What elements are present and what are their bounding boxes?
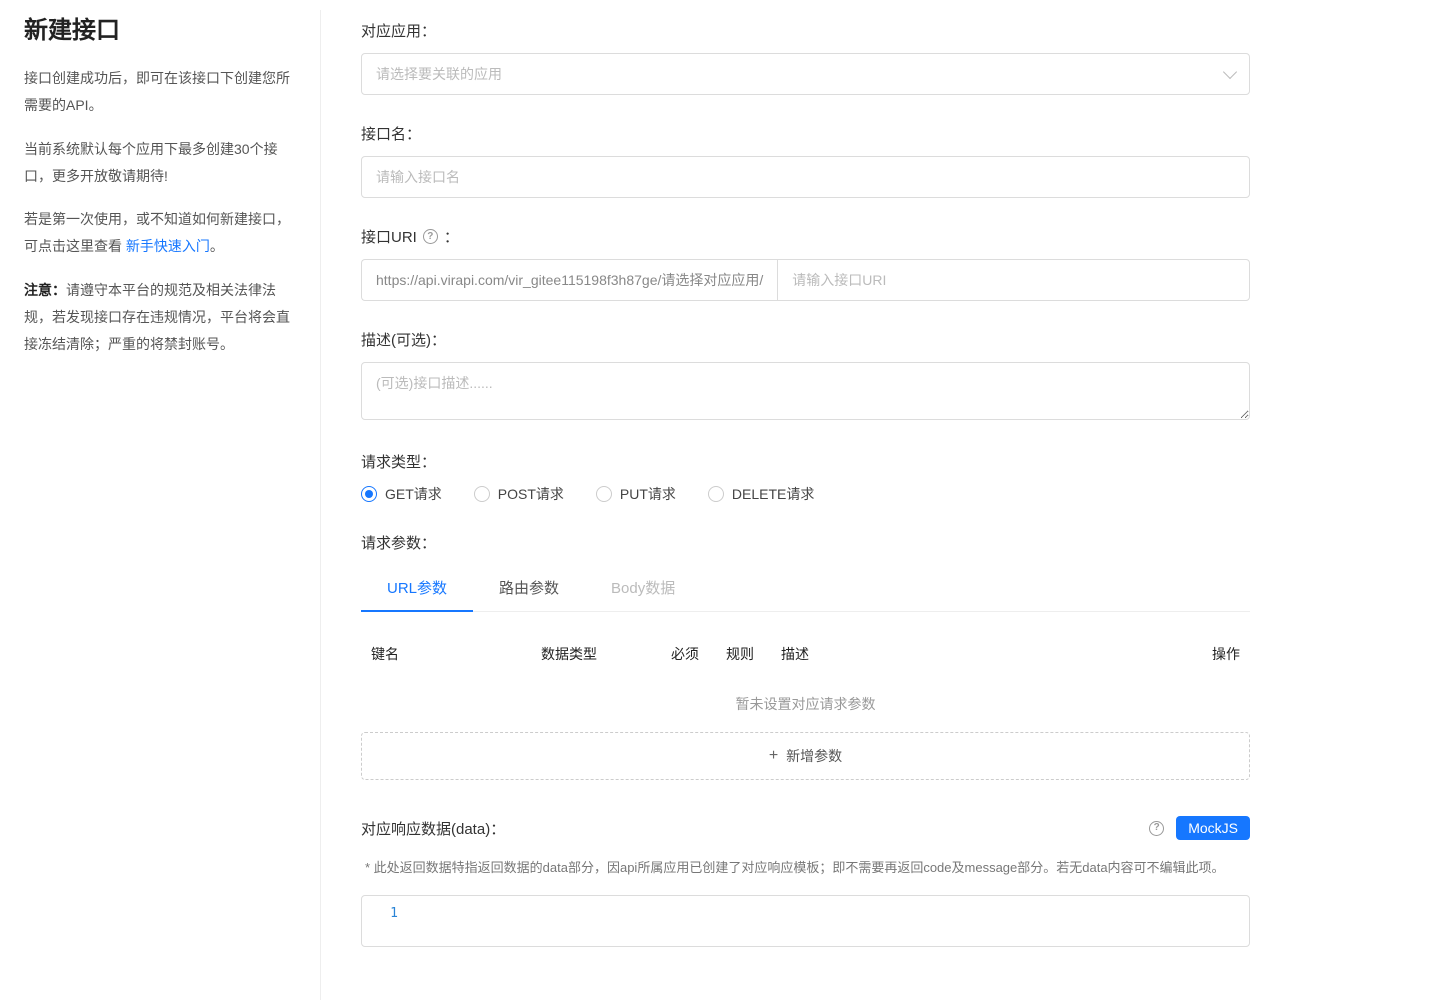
radio-label: PUT请求 [620,484,676,504]
param-tab-路由参数[interactable]: 路由参数 [473,565,585,611]
code-line-number: 1 [362,906,406,936]
method-radio-GET请求[interactable]: GET请求 [361,484,442,504]
uri-label: 接口URI ? ： [361,226,1250,247]
radio-label: POST请求 [498,484,564,504]
param-col-规则: 规则 [726,644,781,664]
params-empty-text: 暂未设置对应请求参数 [361,680,1250,732]
method-radio-DELETE请求[interactable]: DELETE请求 [708,484,814,504]
radio-label: DELETE请求 [732,484,814,504]
notice-label: 注意： [24,282,66,298]
intro-paragraph-3: 若是第一次使用，或不知道如何新建接口，可点击这里查看 新手快速入门。 [24,206,302,261]
intro-paragraph-1: 接口创建成功后，即可在该接口下创建您所需要的API。 [24,65,302,120]
radio-icon [596,486,612,502]
page-title: 新建接口 [24,10,302,45]
method-radio-PUT请求[interactable]: PUT请求 [596,484,676,504]
name-label: 接口名 [361,123,1250,144]
param-col-键名: 键名 [371,644,541,664]
radio-icon [474,486,490,502]
method-label: 请求类型 [361,451,1250,472]
chevron-down-icon [1223,65,1237,79]
method-radio-POST请求[interactable]: POST请求 [474,484,564,504]
desc-label: 描述(可选) [361,329,1250,350]
response-help-icon[interactable]: ? [1149,821,1164,836]
param-col-数据类型: 数据类型 [541,644,671,664]
help-icon[interactable]: ? [423,229,438,244]
add-param-button[interactable]: + 新增参数 [361,732,1250,780]
param-col-操作: 操作 [1160,644,1240,664]
plus-icon: + [769,747,778,765]
app-select-placeholder: 请选择要关联的应用 [376,64,502,84]
name-input[interactable] [361,156,1250,198]
param-col-描述: 描述 [781,644,1160,664]
param-col-必须: 必须 [671,644,726,664]
param-tab-Body数据: Body数据 [585,565,701,611]
desc-textarea[interactable] [361,362,1250,420]
param-tab-URL参数[interactable]: URL参数 [361,565,473,612]
uri-prefix: https://api.virapi.com/vir_gitee115198f3… [361,259,777,301]
response-label: 对应响应数据(data) [361,818,505,839]
response-footnote: * 此处返回数据特指返回数据的data部分，因api所属应用已创建了对应响应模板… [365,856,1250,879]
intro-3-suffix: 。 [210,238,224,254]
app-select[interactable]: 请选择要关联的应用 [361,53,1250,95]
uri-input[interactable] [777,259,1250,301]
radio-icon [708,486,724,502]
app-label: 对应应用 [361,20,1250,41]
mockjs-button[interactable]: MockJS [1176,816,1250,840]
notice-paragraph: 注意：请遵守本平台的规范及相关法律法规，若发现接口存在违规情况，平台将会直接冻结… [24,277,302,359]
params-label: 请求参数 [361,532,1250,553]
radio-label: GET请求 [385,484,442,504]
intro-paragraph-2: 当前系统默认每个应用下最多创建30个接口，更多开放敬请期待! [24,136,302,191]
response-code-editor[interactable]: 1 [361,895,1250,947]
quickstart-link[interactable]: 新手快速入门 [126,238,210,254]
add-param-label: 新增参数 [786,746,842,766]
radio-icon [361,486,377,502]
